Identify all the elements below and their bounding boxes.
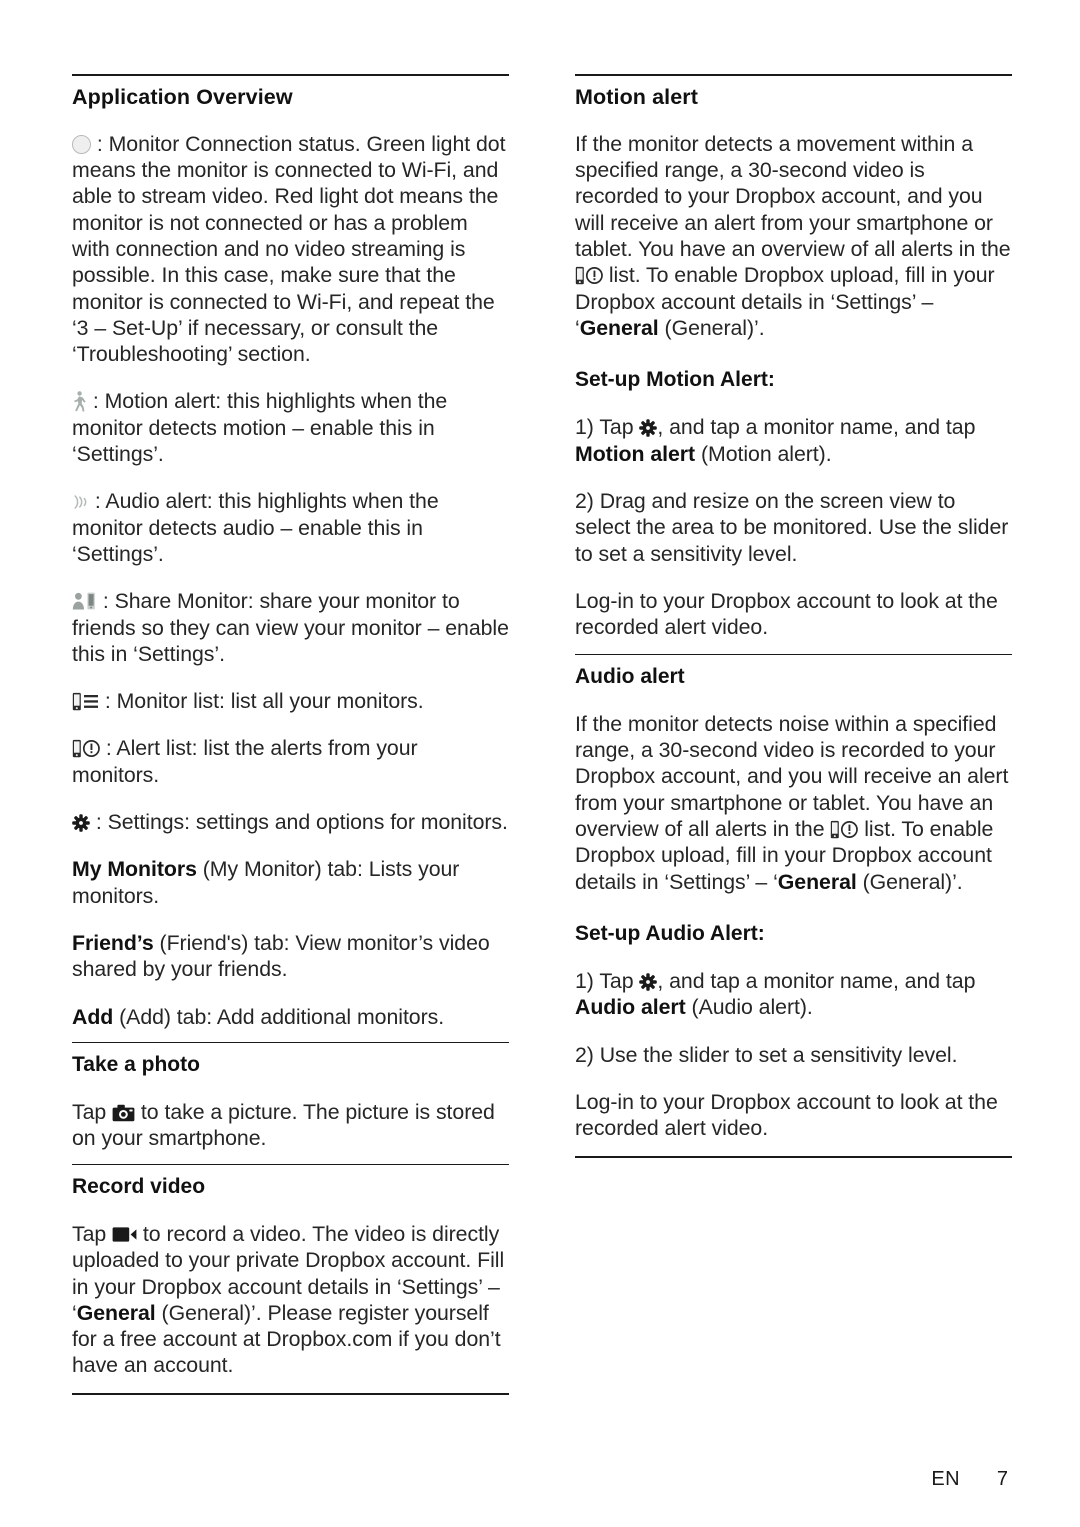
heading-audio-alert: Audio alert (575, 664, 685, 688)
settings-gear-icon (639, 419, 658, 438)
paragraph-motion-alert-body: If the monitor detects a movement within… (575, 131, 1011, 340)
status-dot-icon (72, 134, 91, 154)
heading-take-a-photo: Take a photo (72, 1052, 200, 1076)
motion-alert-icon (72, 391, 87, 413)
audio-alert-icon (72, 493, 89, 511)
bold-motion-alert-setting: Motion alert (575, 441, 696, 466)
paragraph-record-video: Tap to record a video. The video is dire… (72, 1221, 505, 1378)
bold-general-motion: General (579, 315, 659, 340)
tab-label-add: Add (72, 1004, 114, 1029)
monitor-list-icon (72, 692, 99, 711)
heading-setup-motion-alert: Set-up Motion Alert: (575, 368, 775, 392)
paragraph-take-a-photo: Tap to take a picture. The picture is st… (72, 1100, 495, 1151)
section-divider-audio-alert (575, 653, 1012, 655)
video-camera-icon (112, 1226, 137, 1243)
left-column: Application Overview : Monitor Connectio… (72, 74, 509, 1395)
alert-list-icon (575, 266, 603, 285)
right-column: Motion alert If the monitor detects a mo… (575, 74, 1012, 1395)
bold-general-record-video: General (76, 1300, 156, 1325)
heading-record-video: Record video (72, 1174, 206, 1198)
two-column-layout: Application Overview : Monitor Connectio… (72, 74, 1012, 1395)
bold-audio-alert-setting: Audio alert (575, 995, 686, 1020)
tab-label-friends: Friend’s (72, 930, 154, 955)
section-divider-record-video (72, 1163, 509, 1165)
note-login-dropbox-motion: Log-in to your Dropbox account to look a… (575, 588, 998, 640)
step-1-motion-alert: 1) Tap , and tap a monitor name, and tap… (575, 415, 976, 466)
legend-entry-settings: : Settings: settings and options for mon… (72, 809, 509, 835)
heading-motion-alert: Motion alert (575, 85, 699, 109)
legend-entry-motion-alert: : Motion alert: this highlights when the… (72, 389, 448, 467)
share-monitor-icon (72, 591, 97, 611)
step-1-audio-alert: 1) Tap , and tap a monitor name, and tap… (575, 969, 976, 1020)
settings-gear-icon (639, 973, 658, 991)
section-divider-top-right (575, 74, 1012, 76)
tab-label-my-monitors: My Monitors (72, 857, 197, 882)
alert-list-icon (830, 820, 859, 839)
page-footer: EN 7 (931, 1468, 1008, 1491)
legend-entry-share-monitor: : Share Monitor: share your monitor to f… (72, 589, 509, 666)
camera-icon (112, 1104, 135, 1122)
bold-general-audio: General (777, 869, 857, 894)
section-divider-top-left (72, 74, 509, 76)
legend-entry-alert-list: : Alert list: list the alerts from your … (72, 736, 418, 787)
settings-gear-icon (72, 814, 90, 832)
section-divider-bottom-left (72, 1392, 509, 1395)
page-title: Application Overview (72, 85, 293, 109)
language-code: EN (931, 1468, 960, 1490)
step-2-audio-alert: 2) Use the slider to set a sensitivity l… (575, 1042, 958, 1067)
alert-list-icon (72, 739, 100, 758)
manual-page: Application Overview : Monitor Connectio… (0, 0, 1080, 1527)
legend-entry-monitor-list: : Monitor list: list all your monitors. (72, 688, 509, 714)
tab-description-add: Add (Add) tab: Add additional monitors. (72, 1004, 445, 1029)
heading-setup-audio-alert: Set-up Audio Alert: (575, 921, 765, 945)
paragraph-audio-alert-body: If the monitor detects noise within a sp… (575, 711, 1009, 894)
section-divider-bottom-right (575, 1155, 1012, 1158)
tab-description-my-monitors: My Monitors (My Monitor) tab: Lists your… (72, 857, 460, 908)
note-login-dropbox-audio: Log-in to your Dropbox account to look a… (575, 1089, 998, 1141)
tab-description-friends: Friend’s (Friend's) tab: View monitor’s … (72, 930, 490, 982)
section-divider-take-a-photo (72, 1041, 509, 1043)
page-number: 7 (996, 1468, 1008, 1490)
legend-entry-audio-alert: : Audio alert: this highlights when the … (72, 489, 439, 566)
legend-entry-connection-status: : Monitor Connection status. Green light… (72, 131, 506, 367)
step-2-motion-alert: 2) Drag and resize on the screen view to… (575, 489, 1009, 566)
